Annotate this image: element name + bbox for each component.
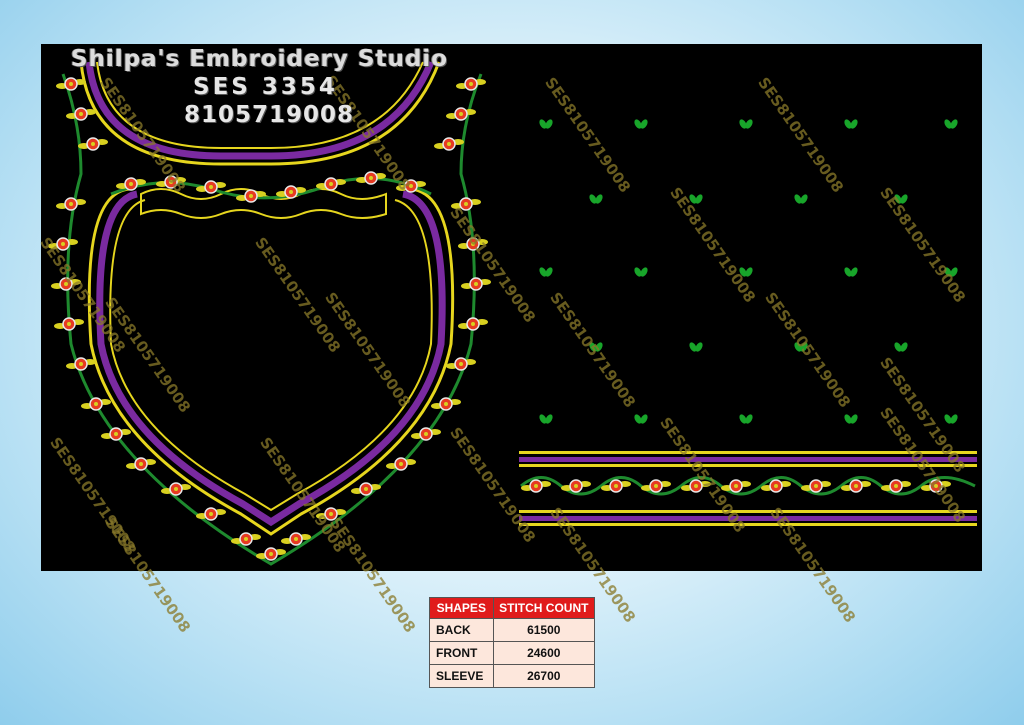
- flower-motif: [231, 532, 261, 546]
- flower-motif: [56, 197, 86, 211]
- phone-number: 8105719008: [184, 102, 355, 128]
- flower-motif: [351, 482, 381, 496]
- sleeve-flower-row: [521, 479, 951, 493]
- count-cell: 24600: [492, 641, 596, 665]
- flower-motif: [461, 277, 491, 291]
- shape-cell: SLEEVE: [429, 664, 494, 688]
- leaf-motif: [739, 414, 753, 424]
- flower-motif: [721, 479, 751, 493]
- leaf-motif: [844, 267, 858, 277]
- flower-motif: [458, 317, 488, 331]
- table-row: BACK 61500: [429, 618, 596, 642]
- flower-motif: [431, 397, 461, 411]
- leaf-motif: [539, 119, 553, 129]
- sleeve-line-5: [519, 516, 977, 521]
- shape-cell: BACK: [429, 618, 494, 642]
- sleeve-line-4: [519, 510, 977, 513]
- header-shapes: SHAPES: [429, 597, 494, 619]
- flower-motif: [196, 507, 226, 521]
- count-cell: 26700: [492, 664, 596, 688]
- flower-motif: [881, 479, 911, 493]
- flower-motif: [161, 482, 191, 496]
- flower-motif: [276, 185, 306, 199]
- flower-motif: [78, 137, 108, 151]
- flower-motif: [641, 479, 671, 493]
- leaf-motif: [634, 267, 648, 277]
- leaf-motif: [794, 194, 808, 204]
- leaf-motif: [634, 414, 648, 424]
- flower-motif: [356, 171, 386, 185]
- leaf-motif: [539, 414, 553, 424]
- flower-motif: [66, 357, 96, 371]
- flower-motif: [116, 177, 146, 191]
- flower-motif: [446, 357, 476, 371]
- leaf-motif: [894, 342, 908, 352]
- flower-motif: [386, 457, 416, 471]
- design-code: SES 3354: [193, 74, 338, 100]
- flower-motif: [101, 427, 131, 441]
- flower-motif: [236, 189, 266, 203]
- flower-motif: [434, 137, 464, 151]
- sleeve-line-3: [519, 464, 977, 467]
- flower-motif: [66, 107, 96, 121]
- flower-motif: [446, 107, 476, 121]
- table-row: SLEEVE 26700: [429, 664, 596, 688]
- leaf-motif: [739, 119, 753, 129]
- leaf-motif: [944, 119, 958, 129]
- leaf-motif: [844, 414, 858, 424]
- flower-motif: [411, 427, 441, 441]
- flower-motif: [56, 77, 86, 91]
- flower-motif: [561, 479, 591, 493]
- shape-cell: FRONT: [429, 641, 494, 665]
- count-cell: 61500: [492, 618, 596, 642]
- flower-motif: [801, 479, 831, 493]
- flower-motif: [81, 397, 111, 411]
- leaf-motif: [689, 342, 703, 352]
- studio-name: Shilpa's Embroidery Studio: [71, 46, 449, 72]
- table-header-row: SHAPES STITCH COUNT: [429, 597, 596, 619]
- table-row: FRONT 24600: [429, 641, 596, 665]
- leaf-motif: [539, 267, 553, 277]
- flower-motif: [316, 177, 346, 191]
- flower-motif: [54, 317, 84, 331]
- leaf-motif: [589, 194, 603, 204]
- leaf-motif: [944, 414, 958, 424]
- flower-motif: [456, 77, 486, 91]
- leaf-motif: [634, 119, 648, 129]
- stitch-count-table: SHAPES STITCH COUNT BACK 61500 FRONT 246…: [429, 597, 596, 688]
- flower-motif: [126, 457, 156, 471]
- header-stitch-count: STITCH COUNT: [492, 597, 596, 619]
- leaf-motif: [844, 119, 858, 129]
- embroidery-design-board: SES8105719008 SES8105719008 SES8105719008 S…: [36, 44, 982, 636]
- sleeve-border: [519, 451, 977, 526]
